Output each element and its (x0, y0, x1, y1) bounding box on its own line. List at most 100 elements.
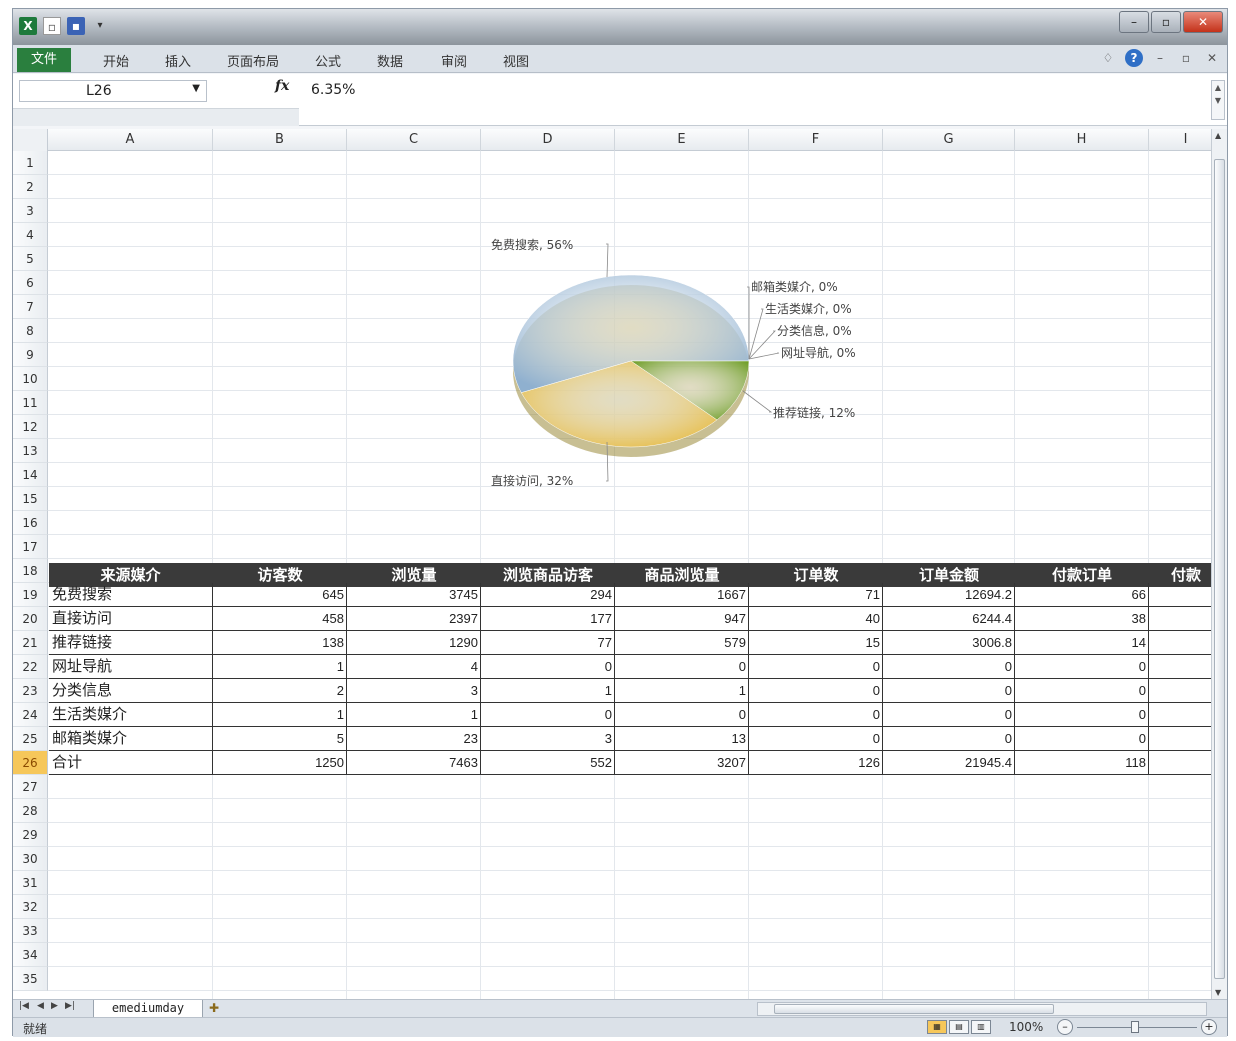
pie-data-label[interactable]: 分类信息, 0% (777, 323, 852, 338)
table-cell[interactable]: 0 (883, 703, 1015, 726)
pie-chart[interactable]: 免费搜索, 56% 直接访问, 32% 推荐链接, 12% 网址导航, 0% 分类信息,… (13, 129, 1213, 549)
row-header[interactable]: 22 (13, 655, 48, 679)
save-icon[interactable]: ▪ (67, 17, 85, 35)
table-cell[interactable]: 0 (1015, 655, 1149, 678)
normal-view-icon[interactable]: ▦ (927, 1020, 947, 1034)
formula-input[interactable]: 6.35% (311, 82, 355, 98)
sheet-tab-emediumday[interactable]: emediumday (93, 1000, 203, 1018)
tab-data[interactable]: 数据 (377, 51, 403, 70)
doc-minimize-icon[interactable]: – (1151, 49, 1169, 67)
table-cell[interactable]: 23 (347, 727, 481, 750)
table-cell[interactable]: 直接访问 (48, 607, 213, 630)
table-cell[interactable]: 1 (615, 679, 749, 702)
table-cell[interactable]: 40 (749, 607, 883, 630)
table-cell[interactable]: 3 (347, 679, 481, 702)
table-cell[interactable] (1149, 679, 1213, 702)
name-box[interactable]: L26 ▼ (19, 80, 207, 102)
row-header[interactable]: 21 (13, 631, 48, 655)
table-cell[interactable] (1149, 703, 1213, 726)
table-cell[interactable]: 7463 (347, 751, 481, 774)
last-sheet-icon[interactable]: ▶| (65, 1001, 75, 1011)
table-cell[interactable]: 0 (1015, 679, 1149, 702)
tab-file[interactable]: 文件 (17, 48, 71, 72)
table-cell[interactable] (1149, 751, 1213, 774)
table-cell[interactable]: 0 (1015, 703, 1149, 726)
doc-close-icon[interactable]: ✕ (1203, 49, 1221, 67)
new-file-icon[interactable]: ▫ (43, 17, 61, 35)
quick-access-dropdown-icon[interactable]: ▾ (91, 17, 109, 35)
page-layout-view-icon[interactable]: ▤ (949, 1020, 969, 1034)
table-cell[interactable]: 3745 (347, 583, 481, 606)
table-cell[interactable]: 126 (749, 751, 883, 774)
first-sheet-icon[interactable]: |◀ (19, 1001, 29, 1011)
table-cell[interactable]: 12694.2 (883, 583, 1015, 606)
table-cell[interactable]: 推荐链接 (48, 631, 213, 654)
tab-home[interactable]: 开始 (103, 51, 129, 70)
table-cell[interactable]: 0 (883, 679, 1015, 702)
row-header[interactable]: 28 (13, 799, 48, 823)
table-cell[interactable]: 66 (1015, 583, 1149, 606)
table-cell[interactable]: 1 (213, 655, 347, 678)
table-cell[interactable]: 1 (347, 703, 481, 726)
worksheet-grid[interactable]: ABCDEFGHI 1 2 3 4 5 6 7 8 9 10 11 12 13 14 15 16 17 18 19 2… (13, 129, 1213, 999)
prev-sheet-icon[interactable]: ◀ (37, 1001, 44, 1011)
restore-button[interactable]: ▫ (1151, 11, 1181, 33)
table-cell[interactable]: 3 (481, 727, 615, 750)
table-cell[interactable]: 294 (481, 583, 615, 606)
row-header[interactable]: 20 (13, 607, 48, 631)
pie-data-label[interactable]: 直接访问, 32% (491, 473, 573, 488)
zoom-slider-thumb[interactable] (1131, 1021, 1139, 1033)
table-cell[interactable]: 1667 (615, 583, 749, 606)
table-cell[interactable]: 458 (213, 607, 347, 630)
row-header[interactable]: 31 (13, 871, 48, 895)
table-cell[interactable]: 0 (749, 655, 883, 678)
table-cell[interactable]: 0 (883, 727, 1015, 750)
table-cell[interactable]: 3006.8 (883, 631, 1015, 654)
formula-expand-icon[interactable]: ▲ ▼ (1211, 80, 1225, 120)
close-button[interactable]: ✕ (1183, 11, 1223, 33)
row-header[interactable]: 30 (13, 847, 48, 871)
row-header[interactable]: 29 (13, 823, 48, 847)
table-cell[interactable]: 网址导航 (48, 655, 213, 678)
table-cell[interactable] (1149, 607, 1213, 630)
vertical-scrollbar[interactable]: ▲ ▼ (1211, 129, 1227, 999)
table-cell[interactable]: 5 (213, 727, 347, 750)
table-cell[interactable]: 1 (481, 679, 615, 702)
help-icon[interactable]: ? (1125, 49, 1143, 67)
table-cell[interactable]: 15 (749, 631, 883, 654)
horizontal-scroll-thumb[interactable] (774, 1004, 1054, 1014)
row-header[interactable]: 24 (13, 703, 48, 727)
table-cell[interactable]: 0 (1015, 727, 1149, 750)
table-cell[interactable]: 0 (615, 655, 749, 678)
tab-review[interactable]: 审阅 (441, 51, 467, 70)
table-cell[interactable]: 579 (615, 631, 749, 654)
tab-formulas[interactable]: 公式 (315, 51, 341, 70)
table-cell[interactable]: 0 (883, 655, 1015, 678)
table-cell[interactable]: 14 (1015, 631, 1149, 654)
table-cell[interactable]: 552 (481, 751, 615, 774)
scroll-up-icon[interactable]: ▲ (1215, 131, 1221, 140)
row-header[interactable]: 35 (13, 967, 48, 991)
table-cell[interactable]: 1290 (347, 631, 481, 654)
table-cell[interactable]: 邮箱类媒介 (48, 727, 213, 750)
table-cell[interactable]: 6244.4 (883, 607, 1015, 630)
table-cell[interactable]: 77 (481, 631, 615, 654)
table-cell[interactable]: 138 (213, 631, 347, 654)
next-sheet-icon[interactable]: ▶ (51, 1001, 58, 1011)
table-cell[interactable]: 合计 (48, 751, 213, 774)
tab-page-layout[interactable]: 页面布局 (227, 51, 279, 70)
table-cell[interactable]: 2397 (347, 607, 481, 630)
table-cell[interactable]: 38 (1015, 607, 1149, 630)
table-cell[interactable] (1149, 583, 1213, 606)
page-break-view-icon[interactable]: ▥ (971, 1020, 991, 1034)
table-cell[interactable]: 分类信息 (48, 679, 213, 702)
table-cell[interactable] (1149, 727, 1213, 750)
table-cell[interactable]: 生活类媒介 (48, 703, 213, 726)
pie-data-label[interactable]: 邮箱类媒介, 0% (751, 279, 838, 294)
table-cell[interactable]: 947 (615, 607, 749, 630)
scroll-down-icon[interactable]: ▼ (1215, 988, 1221, 997)
pie-data-label[interactable]: 生活类媒介, 0% (765, 302, 852, 316)
table-cell[interactable]: 免费搜索 (48, 583, 213, 606)
row-header[interactable]: 32 (13, 895, 48, 919)
row-header[interactable]: 23 (13, 679, 48, 703)
